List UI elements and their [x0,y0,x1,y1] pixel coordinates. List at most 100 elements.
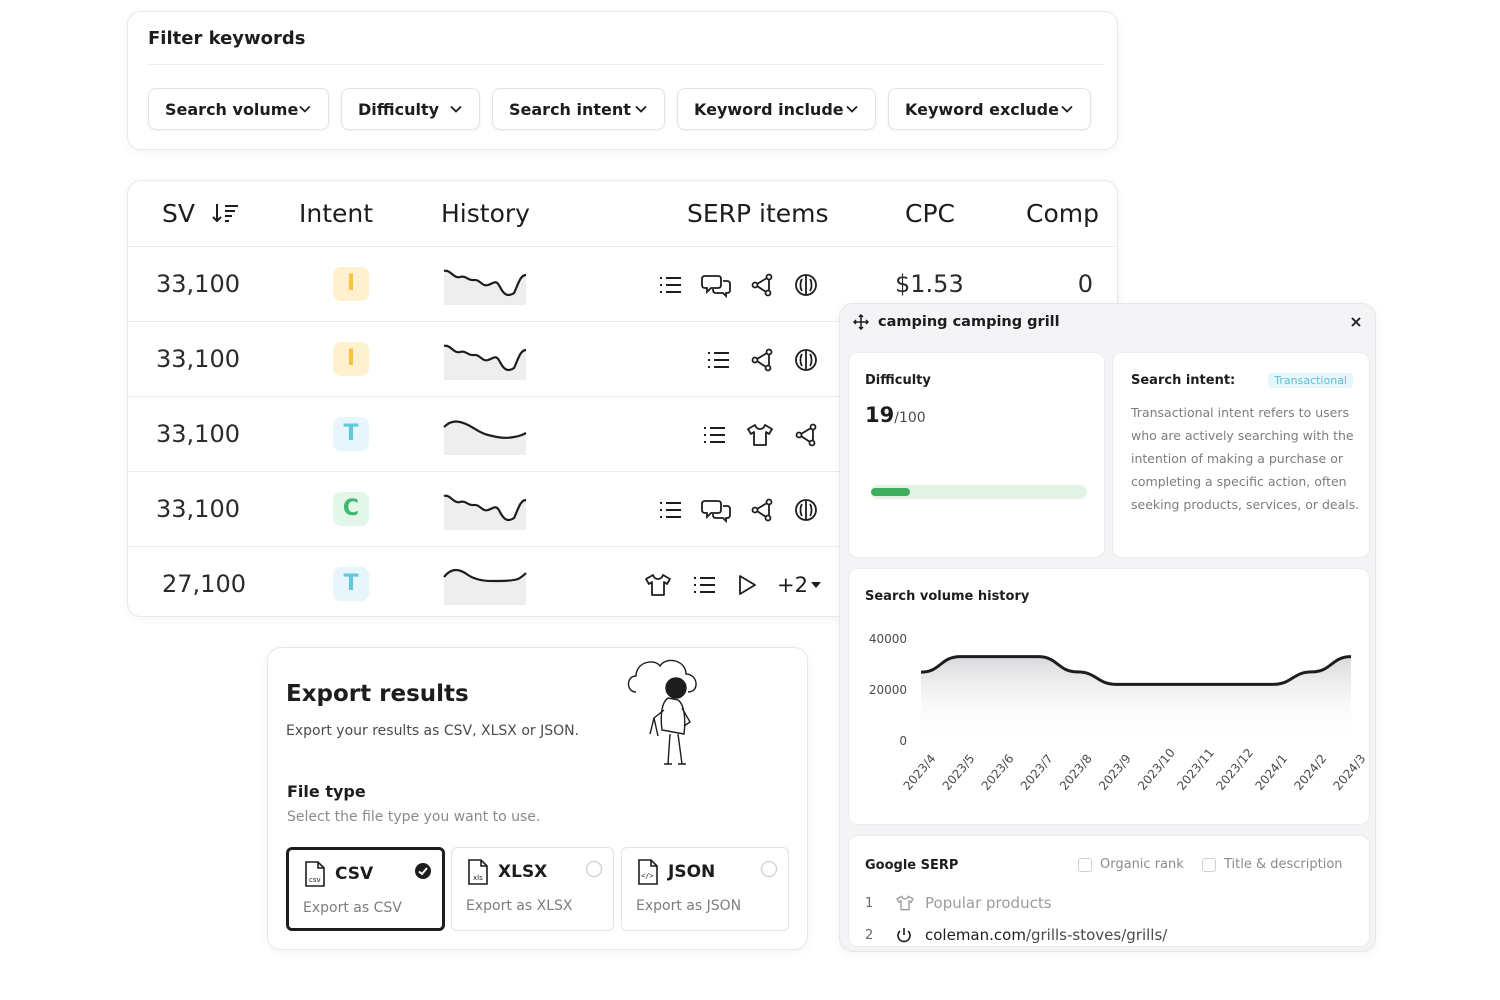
comp-column-header[interactable]: Comp [1026,181,1099,246]
close-icon[interactable] [1349,315,1363,329]
list-icon [694,576,716,593]
organic-rank-checkbox[interactable]: Organic rank [1078,857,1184,872]
intent-badge: C [333,492,369,526]
checked-radio-icon[interactable] [414,862,432,880]
file-option-name: XLSX [498,862,548,882]
google-serp-label: Google SERP [865,858,959,873]
x-tick-label: 2023/8 [1057,752,1095,793]
area-fill [921,656,1351,741]
share-icon [795,423,817,446]
list-icon [708,351,729,368]
sort-descending-icon[interactable] [211,201,241,225]
difficulty-dropdown[interactable]: Difficulty [341,88,480,130]
brain-icon [795,348,817,371]
list-icon [660,501,681,518]
dropdown-label: Search intent [509,99,631,119]
intent-badge: I [333,267,369,301]
csv-file-option[interactable]: csv CSV Export as CSV [286,847,445,931]
difficulty-card: Difficulty 19/100 [848,352,1105,558]
x-tick-label: 2023/11 [1174,746,1217,793]
svg-text:csv: csv [309,876,321,884]
file-option-name: CSV [335,864,374,884]
sv-cell: 33,100 [156,270,240,298]
chevron-down-icon [635,105,647,113]
move-icon[interactable] [853,314,869,330]
checkbox-box[interactable] [1202,857,1216,872]
y-tick-label: 0 [899,734,907,748]
history-sparkline [443,420,527,455]
svg-text:xls: xls [473,874,483,882]
csv-file-icon: csv [305,861,325,887]
serp-path: /grills-stoves/grills/ [1025,926,1168,944]
unchecked-radio-icon[interactable] [585,860,603,878]
history-sparkline [443,568,527,605]
shirt-icon [747,423,773,446]
shirt-icon [895,894,925,912]
dropdown-label: Keyword exclude [905,99,1059,119]
chat-icon [701,274,731,298]
file-option-name: JSON [668,862,716,882]
play-icon [739,574,756,595]
json-file-option[interactable]: </> JSON Export as JSON [621,847,789,931]
title-description-checkbox[interactable]: Title & description [1202,857,1343,872]
serp-domain-link[interactable]: coleman.com [925,926,1026,944]
serp-items-cell: +2 [643,547,821,616]
history-sparkline [443,344,527,380]
serp-result-row[interactable]: 2 coleman.com/grills-stoves/grills/ [865,923,1167,947]
x-tick-label: 2023/5 [940,752,978,793]
shirt-icon [645,573,671,596]
chevron-down-icon [299,105,311,113]
export-results-card: Export results Export your results as CS… [267,647,808,950]
file-type-label: File type [287,782,366,801]
serp-result-row[interactable]: 1 Popular products [865,891,1052,915]
x-tick-label: 2024/3 [1331,752,1369,793]
checkbox-box[interactable] [1078,857,1092,872]
share-icon [751,348,773,371]
y-tick-label: 40000 [869,632,907,646]
list-icon [704,426,725,443]
chevron-down-icon [846,105,858,113]
intent-description: Transactional intent refers to users who… [1131,405,1360,512]
export-subtitle: Export your results as CSV, XLSX or JSON… [286,723,580,739]
intent-badge: T [333,567,369,601]
keyword-title: camping camping grill [878,314,1060,330]
sv-cell: 33,100 [156,420,240,448]
serp-items-cell [657,472,819,547]
export-title: Export results [286,681,469,707]
keyword-exclude-dropdown[interactable]: Keyword exclude [888,88,1091,130]
intent-column-header[interactable]: Intent [299,181,373,246]
keyword-detail-panel: camping camping grill Difficulty 19/100 … [839,303,1376,952]
sv-cell: 33,100 [156,345,240,373]
xlsx-file-option[interactable]: xls XLSX Export as XLSX [451,847,614,931]
search-intent-label: Search intent: [1131,373,1236,388]
list-icon [660,276,681,293]
share-icon [751,273,773,296]
file-option-description: Export as CSV [303,900,402,916]
serp-more-dropdown[interactable]: +2 [777,573,821,597]
keyword-include-dropdown[interactable]: Keyword include [677,88,876,130]
person-with-cloud-illustration [627,659,697,765]
unchecked-radio-icon[interactable] [760,860,778,878]
x-tick-label: 2024/2 [1291,752,1329,793]
history-sparkline [443,494,527,530]
filter-divider [148,64,1103,65]
x-tick-label: 2024/1 [1252,752,1290,793]
dropdown-label: Search volume [165,99,299,119]
json-file-icon: </> [638,859,658,885]
sv-column-header[interactable]: SV [162,181,241,246]
search-volume-dropdown[interactable]: Search volume [148,88,329,130]
x-tick-label: 2023/7 [1018,752,1056,793]
serp-items-column-header[interactable]: SERP items [687,181,829,246]
filter-title: Filter keywords [148,28,306,49]
file-option-description: Export as JSON [636,898,742,914]
file-type-hint: Select the file type you want to use. [287,809,541,825]
intent-badge: T [333,417,369,451]
svg-text:</>: </> [641,872,654,880]
dropdown-label: Difficulty [358,99,440,119]
search-intent-dropdown[interactable]: Search intent [492,88,665,130]
search-intent-card: Search intent: Transactional Transaction… [1112,352,1370,558]
brain-icon [795,273,817,296]
x-tick-label: 2023/6 [979,752,1017,793]
cpc-column-header[interactable]: CPC [905,181,955,246]
history-column-header[interactable]: History [441,181,530,246]
